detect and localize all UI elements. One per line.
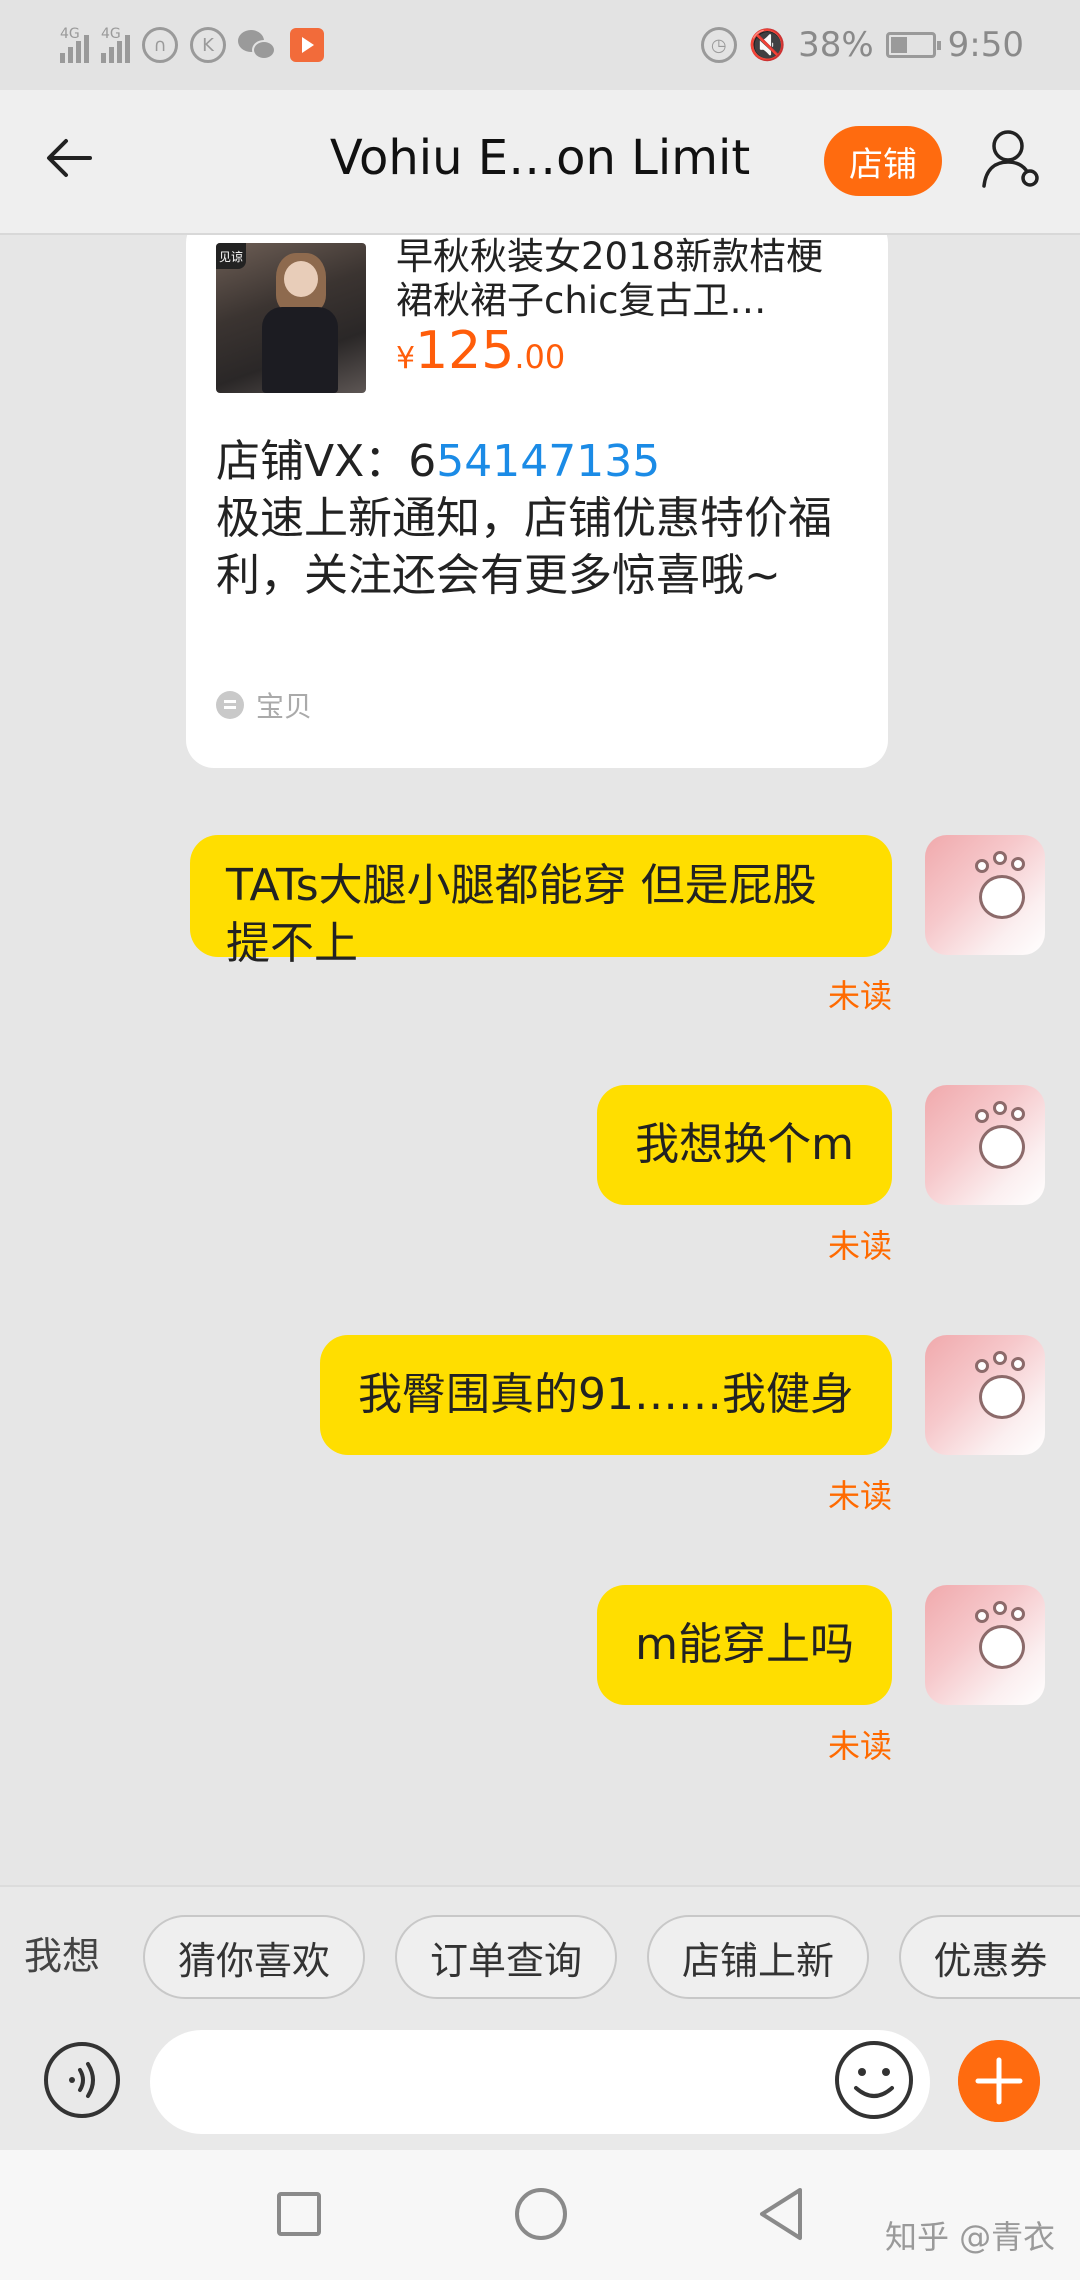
mute-icon: 🔇 (748, 27, 787, 63)
wechat-icon (238, 28, 278, 62)
chat-area[interactable]: 见谅 早秋秋装女2018新款桔梗裙秋裙子chic复古卫… ¥ 125 .00 店… (0, 235, 1080, 1885)
nav-back-icon[interactable] (756, 2186, 806, 2242)
chip-order-query[interactable]: 订单查询 (395, 1915, 617, 1999)
unread-status: 未读 (827, 1477, 892, 1515)
chip-shop-new[interactable]: 店铺上新 (647, 1915, 869, 1999)
tag-icon: 见谅 (216, 243, 246, 269)
network-type-label-2: 4G (101, 26, 121, 42)
watermark: 知乎 @青衣 (885, 2218, 1056, 2256)
user-settings-icon[interactable] (980, 126, 1046, 192)
battery-percent: 38% (798, 25, 874, 65)
message-bubble[interactable]: 我想换个m (597, 1085, 892, 1205)
headphone-icon: ∩ (142, 27, 178, 63)
back-arrow-icon[interactable] (40, 128, 100, 188)
avatar[interactable] (925, 1335, 1045, 1455)
battery-icon (885, 32, 941, 58)
signal-icon: 4G (60, 27, 89, 63)
video-app-icon (290, 28, 324, 62)
unread-status: 未读 (827, 977, 892, 1015)
status-left: 4G 4G ∩ K (60, 27, 324, 63)
avatar[interactable] (925, 1585, 1045, 1705)
vx-label: 店铺VX：6 (216, 436, 437, 487)
quick-reply-label: 我想 (24, 1934, 101, 1978)
clock: 9:50 (947, 25, 1024, 65)
product-card[interactable]: 见谅 早秋秋装女2018新款桔梗裙秋裙子chic复古卫… ¥ 125 .00 店… (186, 235, 888, 768)
chip-coupon[interactable]: 优惠券 (899, 1915, 1080, 1999)
price-currency: ¥ (396, 341, 416, 376)
chat-header: Vohiu E…on Limit 店铺 (0, 90, 1080, 235)
chip-guess-you-like[interactable]: 猜你喜欢 (143, 1915, 365, 1999)
vx-number-link[interactable]: 54147135 (436, 436, 660, 487)
card-body-text: 极速上新通知，店铺优惠特价福利，关注还会有更多惊喜哦~ (216, 493, 832, 601)
item-label: 宝贝 (256, 690, 313, 723)
price-integer: 125 (415, 321, 515, 381)
product-title[interactable]: 早秋秋装女2018新款桔梗裙秋裙子chic复古卫… (396, 235, 846, 323)
avatar[interactable] (925, 835, 1045, 955)
voice-icon[interactable] (42, 2040, 122, 2120)
message-bubble[interactable]: 我臀围真的91……我健身 (320, 1335, 892, 1455)
product-image[interactable]: 见谅 (216, 243, 366, 393)
shop-button[interactable]: 店铺 (824, 126, 942, 196)
avatar[interactable] (925, 1085, 1045, 1205)
home-icon[interactable] (515, 2188, 567, 2240)
message-input[interactable] (150, 2030, 930, 2134)
recent-apps-icon[interactable] (277, 2192, 321, 2236)
card-message: 店铺VX：654147135 极速上新通知，店铺优惠特价福利，关注还会有更多惊喜… (216, 433, 856, 604)
network-type-label: 4G (60, 26, 80, 42)
input-bar (0, 2020, 1080, 2150)
message-bubble[interactable]: TATs大腿小腿都能穿 但是屁股提不上 (190, 835, 892, 969)
signal-icon-2: 4G (101, 27, 130, 63)
alarm-icon: ◷ (700, 27, 737, 63)
emoji-icon[interactable] (832, 2038, 916, 2122)
message-bubble[interactable]: m能穿上吗 (597, 1585, 892, 1705)
quick-reply-bar: 我想 猜你喜欢 订单查询 店铺上新 优惠券 (0, 1885, 1080, 2020)
status-bar: 4G 4G ∩ K ◷ 🔇 38% 9:50 (0, 0, 1080, 90)
status-right: ◷ 🔇 38% 9:50 (700, 25, 1024, 65)
chat-title: Vohiu E…on Limit (329, 130, 751, 186)
unread-status: 未读 (827, 1227, 892, 1265)
unread-status: 未读 (827, 1727, 892, 1765)
price-decimal: .00 (514, 338, 566, 376)
plus-icon[interactable] (958, 2040, 1040, 2122)
item-icon (216, 691, 244, 719)
card-footer: 宝贝 (216, 685, 312, 725)
product-price: ¥ 125 .00 (396, 321, 565, 381)
k-icon: K (190, 27, 226, 63)
